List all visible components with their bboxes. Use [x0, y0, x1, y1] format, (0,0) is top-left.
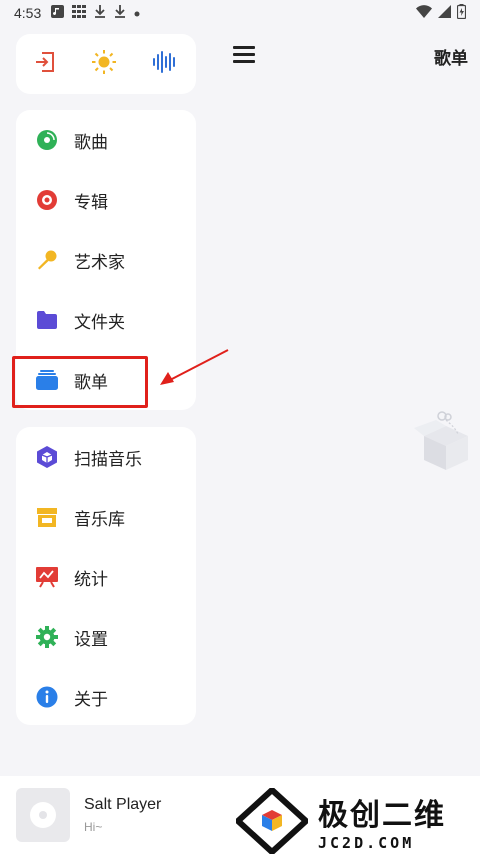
nav-item-settings[interactable]: 设置 — [16, 607, 196, 667]
microphone-icon — [36, 249, 58, 271]
folder-icon — [36, 309, 58, 331]
player-subtitle: Hi~ — [84, 820, 103, 834]
watermark-cn: 极创二维 — [318, 798, 446, 833]
download-icon — [94, 4, 106, 22]
chart-icon — [36, 566, 58, 588]
album-art[interactable] — [16, 788, 70, 842]
status-time: 4:53 — [14, 5, 42, 21]
nav-item-about[interactable]: 关于 — [16, 667, 196, 727]
dot-icon — [134, 6, 140, 21]
annotation-highlight-box — [12, 356, 148, 408]
scan-icon — [36, 446, 58, 468]
secondary-nav-card: 扫描音乐 音乐库 统计 设置 关于 — [16, 427, 196, 725]
watermark-en: JC2D.COM — [318, 834, 415, 852]
nav-label: 设置 — [74, 629, 108, 650]
page-title: 歌单 — [434, 49, 468, 69]
empty-box-icon — [414, 411, 468, 470]
nav-item-songs[interactable]: 歌曲 — [16, 110, 196, 170]
battery-icon — [456, 3, 467, 23]
nav-label: 歌曲 — [74, 132, 108, 153]
store-icon — [36, 506, 58, 528]
watermark: 极创二维 JC2D.COM — [236, 788, 446, 854]
watermark-logo-icon — [236, 788, 308, 854]
nav-label: 统计 — [74, 569, 108, 590]
nav-item-artists[interactable]: 艺术家 — [16, 230, 196, 290]
nav-label: 音乐库 — [74, 509, 125, 530]
annotation-arrow — [160, 349, 229, 385]
download-icon — [114, 4, 126, 22]
nav-label: 扫描音乐 — [74, 449, 142, 470]
nav-item-scan-music[interactable]: 扫描音乐 — [16, 427, 196, 487]
player-title: Salt Player — [84, 796, 162, 813]
nav-label: 文件夹 — [74, 312, 125, 333]
grid-icon — [72, 4, 87, 22]
nav-label: 艺术家 — [74, 252, 125, 273]
nav-item-statistics[interactable]: 统计 — [16, 547, 196, 607]
quick-actions-card — [16, 34, 196, 94]
status-bar: 4:53 — [0, 0, 480, 26]
nav-item-albums[interactable]: 专辑 — [16, 170, 196, 230]
exit-icon[interactable] — [34, 51, 56, 77]
menu-icon[interactable] — [233, 46, 255, 64]
gear-icon — [36, 626, 58, 648]
status-right — [416, 3, 467, 23]
sun-icon[interactable] — [92, 50, 116, 78]
watermark-text: 极创二维 JC2D.COM — [318, 790, 446, 852]
nav-item-folders[interactable]: 文件夹 — [16, 290, 196, 350]
nav-item-music-library[interactable]: 音乐库 — [16, 487, 196, 547]
disc-placeholder-icon — [30, 802, 56, 828]
album-icon — [36, 189, 58, 211]
nav-label: 关于 — [74, 689, 108, 710]
signal-icon — [438, 4, 451, 22]
disc-icon — [36, 129, 58, 151]
music-note-icon — [51, 4, 65, 22]
info-icon — [36, 686, 58, 708]
waveform-icon[interactable] — [152, 51, 178, 77]
player-text: Salt Player Hi~ — [84, 796, 161, 834]
nav-label: 专辑 — [74, 192, 108, 213]
wifi-icon — [416, 4, 432, 22]
